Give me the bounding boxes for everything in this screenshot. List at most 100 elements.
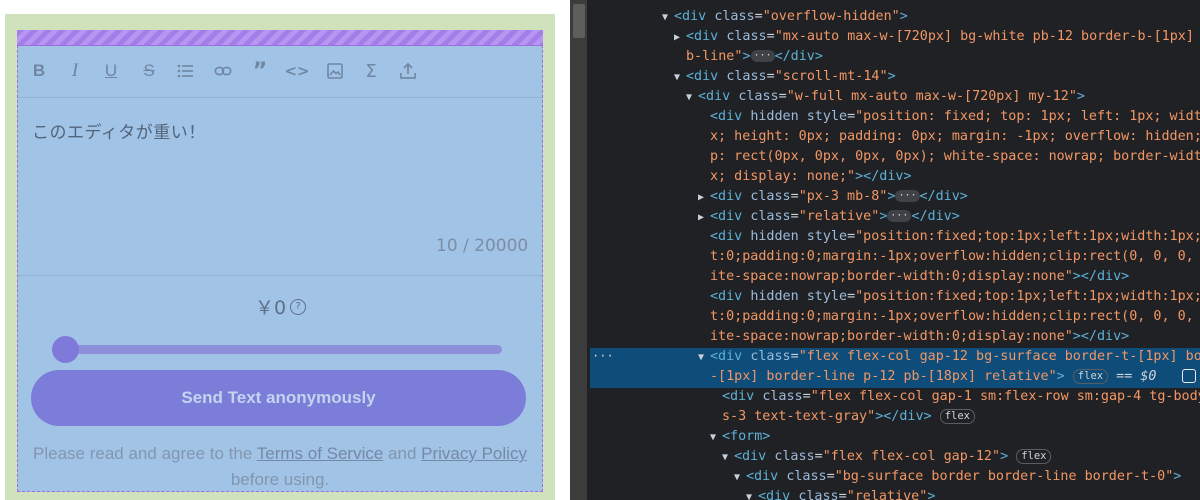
editor-textarea[interactable]: このエディタが重い！: [32, 118, 206, 143]
send-anonymously-button[interactable]: Send Text anonymously: [31, 370, 526, 426]
dom-node-line[interactable]: ▼ <form>: [710, 427, 770, 447]
help-icon[interactable]: ?: [290, 298, 307, 315]
dom-token: >: [1076, 89, 1085, 104]
dom-token: "px-3 mb-8": [798, 189, 888, 204]
dom-node-line[interactable]: ▼ <div class="overflow-hidden">: [662, 7, 908, 27]
code-icon[interactable]: <>: [284, 60, 309, 82]
underline-icon[interactable]: U: [100, 60, 122, 82]
collapse-triangle-icon[interactable]: ▼: [662, 8, 674, 28]
dom-node-line[interactable]: <div hidden style="position:fixed;top:1p…: [698, 227, 1200, 247]
dom-token: <div: [710, 209, 751, 224]
dom-token: >: [887, 189, 896, 204]
privacy-policy-link[interactable]: Privacy Policy: [421, 444, 527, 463]
legal-notice: Please read and agree to the Terms of Se…: [17, 441, 543, 493]
dom-node-line[interactable]: ▶ <div class="mx-auto max-w-[720px] bg-wh…: [674, 27, 1200, 47]
dom-node-line[interactable]: <div hidden style="position:fixed;top:1p…: [698, 287, 1200, 307]
dom-node-line[interactable]: ▶ <div class="relative"> ··· </div>: [698, 207, 960, 227]
strikethrough-icon[interactable]: S: [138, 60, 160, 82]
dom-token: <div: [698, 89, 739, 104]
flex-badge[interactable]: flex: [1072, 368, 1109, 384]
expand-triangle-icon[interactable]: ▶: [674, 28, 686, 48]
collapse-triangle-icon[interactable]: ▼: [722, 448, 734, 468]
dom-token: p: rect(0px, 0px, 0px, 0px); white-space…: [710, 149, 1200, 164]
inspect-icon[interactable]: [1182, 369, 1196, 383]
dom-node-line[interactable]: ite-space:nowrap;border-width:0;display:…: [698, 327, 1129, 347]
dom-token: =: [766, 29, 775, 44]
dom-token: <div: [710, 349, 751, 364]
dom-token: class: [750, 349, 791, 364]
dom-token: "position: fixed; top: 1px; left: 1px; w…: [855, 109, 1200, 124]
dom-token: "relative": [846, 489, 928, 500]
dom-token: "bg-surface border border-line border-t-…: [834, 469, 1174, 484]
dom-node-line[interactable]: ▼ <div class="bg-surface border border-li…: [734, 467, 1181, 487]
dom-token: "overflow-hidden": [762, 9, 900, 24]
padding-hatch: [17, 30, 543, 46]
collapse-triangle-icon[interactable]: ▼: [686, 88, 698, 108]
amount-slider-track[interactable]: [54, 345, 502, 354]
dom-node-line[interactable]: ▼ <div class="scroll-mt-14">: [674, 67, 896, 87]
dom-token: "w-full mx-auto max-w-[720px] my-12": [786, 89, 1077, 104]
dom-token: =: [847, 289, 856, 304]
collapse-triangle-icon[interactable]: ▼: [734, 468, 746, 488]
bullet-list-icon[interactable]: [174, 60, 196, 82]
dom-token: </div>: [911, 209, 960, 224]
dom-node-line[interactable]: ▼ <div class="flex flex-col gap-12 bg-sur…: [698, 347, 1200, 367]
toolbar-divider: [18, 97, 542, 98]
bold-icon[interactable]: B: [28, 60, 50, 82]
dom-node-line[interactable]: <div class="flex flex-col gap-1 sm:flex-…: [710, 387, 1200, 407]
dom-token: <div: [710, 229, 751, 244]
dom-token: "flex flex-col gap-12": [822, 449, 1001, 464]
quote-icon[interactable]: ”: [249, 59, 271, 84]
collapse-triangle-icon[interactable]: ▼: [710, 428, 722, 448]
ellipsis-badge[interactable]: ···: [895, 190, 920, 202]
dom-token: >: [879, 209, 888, 224]
dom-node-line[interactable]: ▼ <div class="relative">: [746, 487, 935, 500]
collapse-triangle-icon[interactable]: ▼: [674, 68, 686, 88]
dom-node-line[interactable]: <div hidden style="position: fixed; top:…: [698, 107, 1200, 127]
link-icon[interactable]: [212, 60, 234, 82]
dom-node-line[interactable]: ▼ <div class="w-full mx-auto max-w-[720px…: [686, 87, 1085, 107]
dom-node-line[interactable]: ▶ <div class="px-3 mb-8"> ··· </div>: [698, 187, 968, 207]
flex-badge[interactable]: flex: [939, 408, 975, 424]
italic-icon[interactable]: I: [64, 60, 86, 82]
sigma-icon[interactable]: Σ: [360, 60, 382, 82]
ellipsis-badge[interactable]: ···: [750, 50, 775, 62]
node-options-icon[interactable]: ···: [592, 349, 614, 363]
flex-badge[interactable]: flex: [1016, 448, 1052, 464]
dom-token: =: [790, 349, 799, 364]
image-icon[interactable]: [324, 60, 346, 82]
amount-slider-thumb[interactable]: [52, 336, 79, 363]
dom-token: [1008, 449, 1016, 464]
dom-token: <div: [686, 69, 727, 84]
dom-token: [1065, 369, 1073, 384]
dom-token: <div: [674, 9, 715, 24]
dom-node-line[interactable]: p: rect(0px, 0px, 0px, 0px); white-space…: [698, 147, 1200, 167]
dom-node-line[interactable]: s-3 text-text-gray"></div> flex: [710, 407, 975, 427]
dom-token: <div: [758, 489, 799, 500]
dom-node-line[interactable]: x; height: 0px; padding: 0px; margin: -1…: [698, 127, 1200, 147]
dom-token: ></div>: [875, 409, 932, 424]
dom-node-line[interactable]: -[1px] border-line p-12 pb-[18px] relati…: [698, 367, 1156, 387]
dom-token: "position:fixed;top:1px;left:1px;width:1…: [855, 229, 1200, 244]
devtools-scrollbar[interactable]: [570, 0, 587, 500]
dom-token: x; height: 0px; padding: 0px; margin: -1…: [710, 129, 1200, 144]
dom-token: hidden style: [750, 229, 848, 244]
dom-node-line[interactable]: t:0;padding:0;margin:-1px;overflow:hidde…: [698, 247, 1200, 267]
dom-token: </div>: [774, 49, 823, 64]
dom-node-line[interactable]: b-line"> ··· </div>: [674, 47, 823, 67]
dom-node-line[interactable]: ▼ <div class="flex flex-col gap-12"> flex: [722, 447, 1052, 468]
collapse-triangle-icon[interactable]: ▼: [746, 488, 758, 500]
dom-token: class: [750, 209, 791, 224]
upload-icon[interactable]: [397, 60, 419, 82]
terms-of-service-link[interactable]: Terms of Service: [257, 444, 384, 463]
dom-token: [1108, 369, 1116, 384]
expand-triangle-icon[interactable]: ▶: [698, 208, 710, 228]
collapse-triangle-icon[interactable]: ▼: [698, 348, 710, 368]
dom-node-line[interactable]: t:0;padding:0;margin:-1px;overflow:hidde…: [698, 307, 1200, 327]
ellipsis-badge[interactable]: ···: [887, 210, 912, 222]
devtools-scrollbar-thumb[interactable]: [573, 4, 585, 38]
dom-node-line[interactable]: x; display: none;"></div>: [698, 167, 912, 187]
expand-triangle-icon[interactable]: ▶: [698, 188, 710, 208]
dom-node-line[interactable]: ite-space:nowrap;border-width:0;display:…: [698, 267, 1129, 287]
price-display: ￥0 ?: [255, 293, 307, 320]
